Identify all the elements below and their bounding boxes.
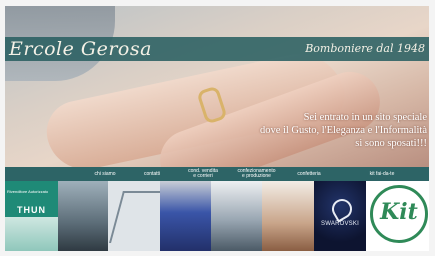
nav-label: contatti <box>143 170 161 177</box>
nav-label: e corrieri <box>193 173 213 179</box>
swarovski-logo: SWAROVSKI <box>321 221 359 227</box>
confetti-thumbnail[interactable] <box>262 181 314 251</box>
nav-condizioni-vendita[interactable]: cond. vendita e corrieri <box>177 169 229 179</box>
nav-confetteria[interactable]: confetteria <box>284 170 334 177</box>
site-logo[interactable]: Ercole Gerosa <box>9 38 152 60</box>
shipping-thumbnail[interactable] <box>160 181 211 251</box>
kit-thumbnail[interactable]: Kit <box>366 181 429 251</box>
nav-chi-siamo[interactable]: chi siamo <box>83 170 127 177</box>
nav-confezionamento[interactable]: confezionamento e produzione <box>229 169 284 179</box>
thun-thumbnail[interactable]: Rivenditore Autorizzato THUN <box>5 181 58 251</box>
nav-label: kit fai-da-te <box>369 170 395 177</box>
welcome-line: Sei entrato in un sito speciale <box>303 112 427 123</box>
kit-logo: Kit <box>380 199 418 225</box>
map-thumbnail[interactable] <box>108 181 160 251</box>
nav-contatti[interactable]: contatti <box>127 170 177 177</box>
swarovski-thumbnail[interactable]: SWAROVSKI <box>314 181 366 251</box>
welcome-line: si sono sposati!!! <box>355 138 427 149</box>
swan-icon <box>328 195 356 223</box>
thumbnail-strip: Rivenditore Autorizzato THUN SWAROVSKI K… <box>5 181 429 251</box>
map-road <box>109 191 160 243</box>
nav-kit-fai-da-te[interactable]: kit fai-da-te <box>357 170 407 177</box>
nav-label: confetteria <box>297 170 321 177</box>
nav-label: e produzione <box>242 173 271 179</box>
thun-caption: Rivenditore Autorizzato <box>7 189 49 194</box>
nav-label: chi siamo <box>94 170 116 177</box>
header-tagline: Bomboniere dal 1948 <box>305 42 425 55</box>
thun-product-image <box>5 217 58 251</box>
thun-logo: THUN <box>17 205 46 215</box>
welcome-line: dove il Gusto, l'Eleganza e l'Informalit… <box>259 125 427 136</box>
factory-thumbnail[interactable] <box>58 181 108 251</box>
welcome-message: Sei entrato in un sito speciale dove il … <box>207 111 427 150</box>
production-thumbnail[interactable] <box>211 181 262 251</box>
main-nav: chi siamo contatti cond. vendita e corri… <box>5 167 429 181</box>
